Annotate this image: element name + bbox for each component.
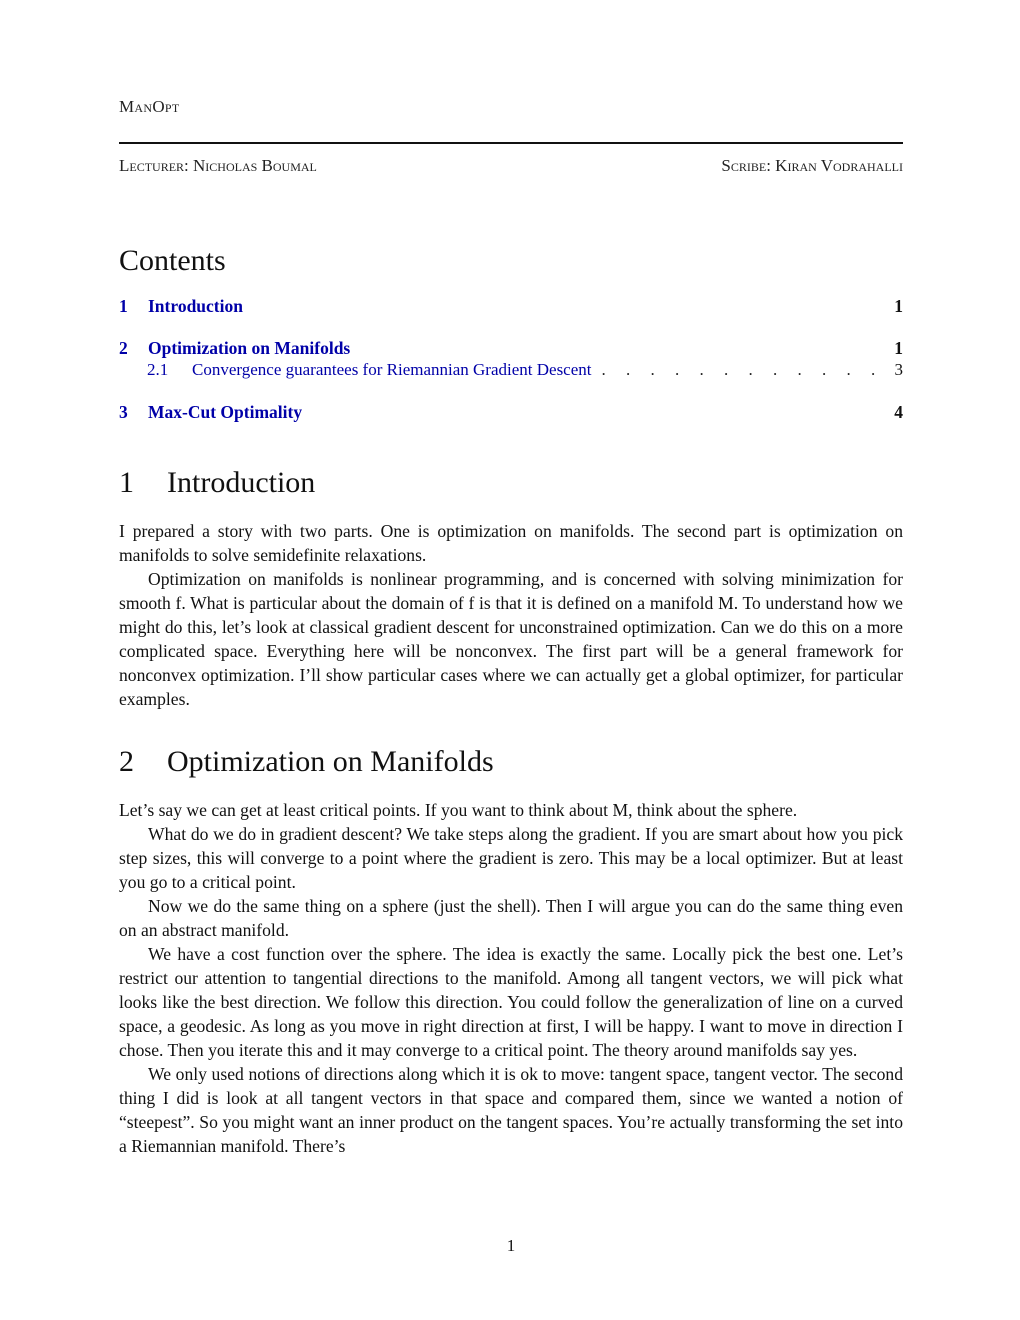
table-of-contents: 1 Introduction 1 2 Optimization on Manif… xyxy=(119,296,903,424)
paragraph: We only used notions of directions along… xyxy=(119,1064,903,1156)
toc-entry-page: 3 xyxy=(894,360,904,379)
section-heading-optimization-on-manifolds: 2 Optimization on Manifolds xyxy=(119,745,494,779)
toc-entry-page: 1 xyxy=(894,338,903,358)
toc-entry-convergence-guarantees[interactable]: 2.1 Convergence guarantees for Riemannia… xyxy=(147,360,903,382)
toc-entry-number: 3 xyxy=(119,402,128,422)
byline: Lecturer: Nicholas Boumal Scribe: Kiran … xyxy=(119,156,903,176)
paragraph: We have a cost function over the sphere.… xyxy=(119,944,903,1060)
paragraph: Now we do the same thing on a sphere (ju… xyxy=(119,896,903,940)
section-body-introduction: I prepared a story with two parts. One i… xyxy=(119,519,903,711)
toc-entry-label[interactable]: Max-Cut Optimality xyxy=(148,402,302,423)
section-body-optimization-on-manifolds: Let’s say we can get at least critical p… xyxy=(119,798,903,1158)
toc-entry-max-cut-optimality[interactable]: 3 Max-Cut Optimality 4 xyxy=(119,402,903,424)
toc-entry-page: 1 xyxy=(894,296,903,316)
running-title: ManOpt xyxy=(119,97,180,116)
toc-entry-label[interactable]: Convergence guarantees for Riemannian Gr… xyxy=(192,360,592,380)
toc-entry-number: 2 xyxy=(119,338,128,358)
section-number: 1 xyxy=(119,466,134,499)
header-rule xyxy=(119,142,903,144)
paragraph: Let’s say we can get at least critical p… xyxy=(119,800,798,820)
lecturer-label: Lecturer: Nicholas Boumal xyxy=(119,156,317,175)
toc-entry-page: 4 xyxy=(894,402,903,422)
scribe-label: Scribe: Kiran Vodrahalli xyxy=(721,156,903,175)
toc-entry-number: 1 xyxy=(119,296,128,316)
section-title: Optimization on Manifolds xyxy=(167,745,494,778)
toc-entry-label[interactable]: Optimization on Manifolds xyxy=(148,338,350,359)
section-title: Introduction xyxy=(167,466,316,499)
paragraph: Optimization on manifolds is nonlinear p… xyxy=(119,569,903,709)
paragraph: I prepared a story with two parts. One i… xyxy=(119,521,903,565)
paragraph: What do we do in gradient descent? We ta… xyxy=(119,824,903,892)
toc-entry-number: 2.1 xyxy=(147,360,169,379)
toc-entry-label[interactable]: Introduction xyxy=(148,296,243,317)
section-heading-introduction: 1 Introduction xyxy=(119,466,315,500)
toc-entry-introduction[interactable]: 1 Introduction 1 xyxy=(119,296,903,318)
toc-title: Contents xyxy=(119,244,226,277)
toc-leader: . . . . . . . . . . . . . . . . . . . . … xyxy=(601,360,882,379)
page-number: 1 xyxy=(506,1236,516,1255)
toc-entry-optimization-on-manifolds[interactable]: 2 Optimization on Manifolds 1 xyxy=(119,338,903,360)
section-number: 2 xyxy=(119,745,134,778)
